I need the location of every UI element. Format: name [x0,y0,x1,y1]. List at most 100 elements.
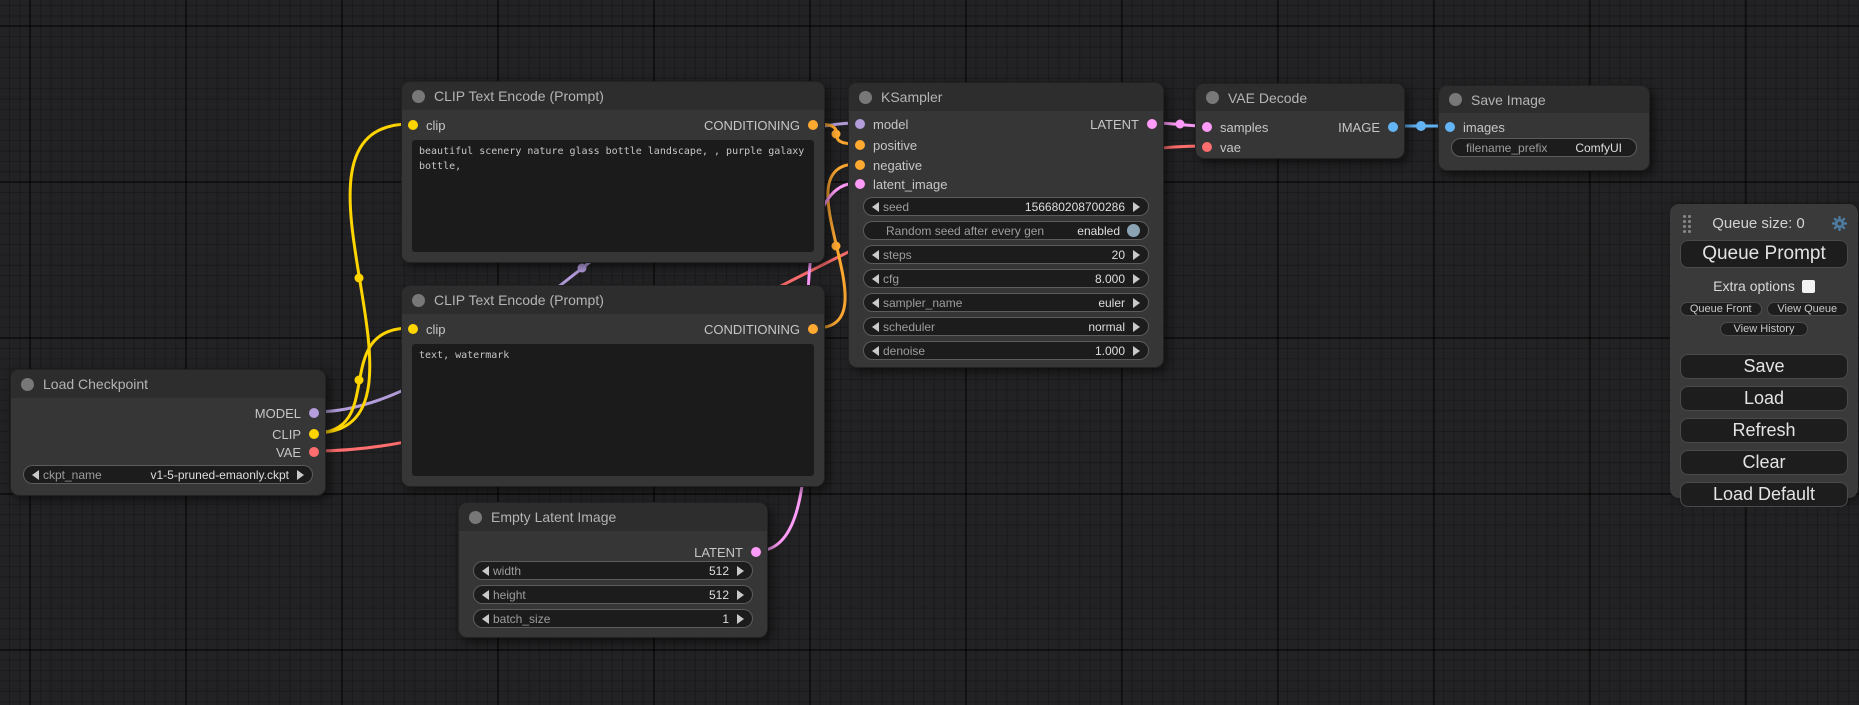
node-title-bar[interactable]: CLIP Text Encode (Prompt) [402,286,824,314]
node-ksampler[interactable]: KSampler model LATENT positive negative … [848,82,1164,368]
widget-ckpt-name[interactable]: ckpt_name v1-5-pruned-emaonly.ckpt [23,465,313,484]
output-port-conditioning[interactable] [808,324,818,334]
node-save-image[interactable]: Save Image images filename_prefix ComfyU… [1438,85,1650,171]
load-default-button[interactable]: Load Default [1680,482,1848,507]
widget-seed[interactable]: seed 156680208700286 [863,197,1149,216]
decrement-arrow-icon[interactable] [872,322,879,332]
decrement-arrow-icon[interactable] [872,346,879,356]
node-title-bar[interactable]: Save Image [1439,86,1649,113]
output-port-latent[interactable] [1147,119,1157,129]
node-title-bar[interactable]: Empty Latent Image [459,503,767,531]
collapse-dot-icon[interactable] [412,294,425,307]
output-port-model[interactable] [309,408,319,418]
widget-random-seed-toggle[interactable]: Random seed after every gen enabled [863,221,1149,240]
output-port-latent[interactable] [751,547,761,557]
input-port-latent-image[interactable] [855,179,865,189]
input-label-latent-image: latent_image [873,177,947,192]
decrement-arrow-icon[interactable] [482,566,489,576]
input-port-negative[interactable] [855,160,865,170]
increment-arrow-icon[interactable] [737,590,744,600]
increment-arrow-icon[interactable] [1133,250,1140,260]
output-port-image[interactable] [1388,122,1398,132]
output-label-clip: CLIP [272,427,301,442]
input-label-positive: positive [873,138,917,153]
increment-arrow-icon[interactable] [737,614,744,624]
input-port-samples[interactable] [1202,122,1212,132]
node-title: Empty Latent Image [491,509,616,525]
input-row-negative: negative [849,155,1163,175]
increment-arrow-icon[interactable] [1133,322,1140,332]
increment-arrow-icon[interactable] [1133,346,1140,356]
collapse-dot-icon[interactable] [21,378,34,391]
output-row-model: MODEL [11,403,325,423]
decrement-arrow-icon[interactable] [32,470,39,480]
collapse-dot-icon[interactable] [469,511,482,524]
input-port-images[interactable] [1445,122,1455,132]
increment-arrow-icon[interactable] [1133,274,1140,284]
node-title-bar[interactable]: KSampler [849,83,1163,111]
widget-value: v1-5-pruned-emaonly.ckpt [150,468,289,482]
widget-label: ckpt_name [43,468,102,482]
collapse-dot-icon[interactable] [859,91,872,104]
collapse-dot-icon[interactable] [1206,91,1219,104]
clear-button[interactable]: Clear [1680,450,1848,475]
widget-label: height [493,588,526,602]
widget-height[interactable]: height 512 [473,585,753,604]
save-button[interactable]: Save [1680,354,1848,379]
output-port-conditioning[interactable] [808,120,818,130]
node-title-bar[interactable]: CLIP Text Encode (Prompt) [402,82,824,110]
collapse-dot-icon[interactable] [1449,93,1462,106]
widget-width[interactable]: width 512 [473,561,753,580]
increment-arrow-icon[interactable] [297,470,304,480]
input-port-model[interactable] [855,119,865,129]
load-button[interactable]: Load [1680,386,1848,411]
widget-cfg[interactable]: cfg 8.000 [863,269,1149,288]
decrement-arrow-icon[interactable] [482,590,489,600]
extra-options-checkbox[interactable] [1802,280,1815,293]
node-title-bar[interactable]: Load Checkpoint [11,370,325,398]
node-clip-text-encode-positive[interactable]: CLIP Text Encode (Prompt) clip CONDITION… [401,81,825,263]
widget-label: filename_prefix [1466,141,1547,155]
node-clip-text-encode-negative[interactable]: CLIP Text Encode (Prompt) clip CONDITION… [401,285,825,487]
increment-arrow-icon[interactable] [737,566,744,576]
view-queue-button[interactable]: View Queue [1767,302,1849,316]
decrement-arrow-icon[interactable] [872,274,879,284]
collapse-dot-icon[interactable] [412,90,425,103]
widget-value: 20 [1112,248,1125,262]
input-port-clip[interactable] [408,120,418,130]
widget-filename-prefix[interactable]: filename_prefix ComfyUI [1451,138,1637,157]
decrement-arrow-icon[interactable] [872,202,879,212]
widget-sampler-name[interactable]: sampler_name euler [863,293,1149,312]
refresh-button[interactable]: Refresh [1680,418,1848,443]
input-port-vae[interactable] [1202,142,1212,152]
output-port-clip[interactable] [309,429,319,439]
node-load-checkpoint[interactable]: Load Checkpoint MODEL CLIP VAE ckpt_name… [10,369,326,496]
decrement-arrow-icon[interactable] [872,298,879,308]
link-model-dot [578,264,587,273]
widget-batch-size[interactable]: batch_size 1 [473,609,753,628]
increment-arrow-icon[interactable] [1133,202,1140,212]
node-title-bar[interactable]: VAE Decode [1196,84,1404,111]
queue-prompt-button[interactable]: Queue Prompt [1680,240,1848,268]
widget-denoise[interactable]: denoise 1.000 [863,341,1149,360]
queue-front-button[interactable]: Queue Front [1680,302,1762,316]
input-port-positive[interactable] [855,140,865,150]
prompt-textarea[interactable]: beautiful scenery nature glass bottle la… [412,140,814,252]
widget-steps[interactable]: steps 20 [863,245,1149,264]
node-title: Save Image [1471,92,1546,108]
settings-gear-icon[interactable] [1831,215,1848,232]
output-port-vae[interactable] [309,447,319,457]
input-port-clip[interactable] [408,324,418,334]
input-label-clip: clip [426,322,446,337]
decrement-arrow-icon[interactable] [482,614,489,624]
node-title: CLIP Text Encode (Prompt) [434,292,604,308]
widget-scheduler[interactable]: scheduler normal [863,317,1149,336]
decrement-arrow-icon[interactable] [872,250,879,260]
prompt-textarea[interactable]: text, watermark [412,344,814,476]
view-history-button[interactable]: View History [1720,322,1808,336]
output-label-latent: LATENT [694,545,743,560]
node-empty-latent-image[interactable]: Empty Latent Image LATENT width 512 heig… [458,502,768,638]
node-vae-decode[interactable]: VAE Decode samples IMAGE vae [1195,83,1405,159]
increment-arrow-icon[interactable] [1133,298,1140,308]
toggle-knob-icon[interactable] [1127,224,1140,237]
